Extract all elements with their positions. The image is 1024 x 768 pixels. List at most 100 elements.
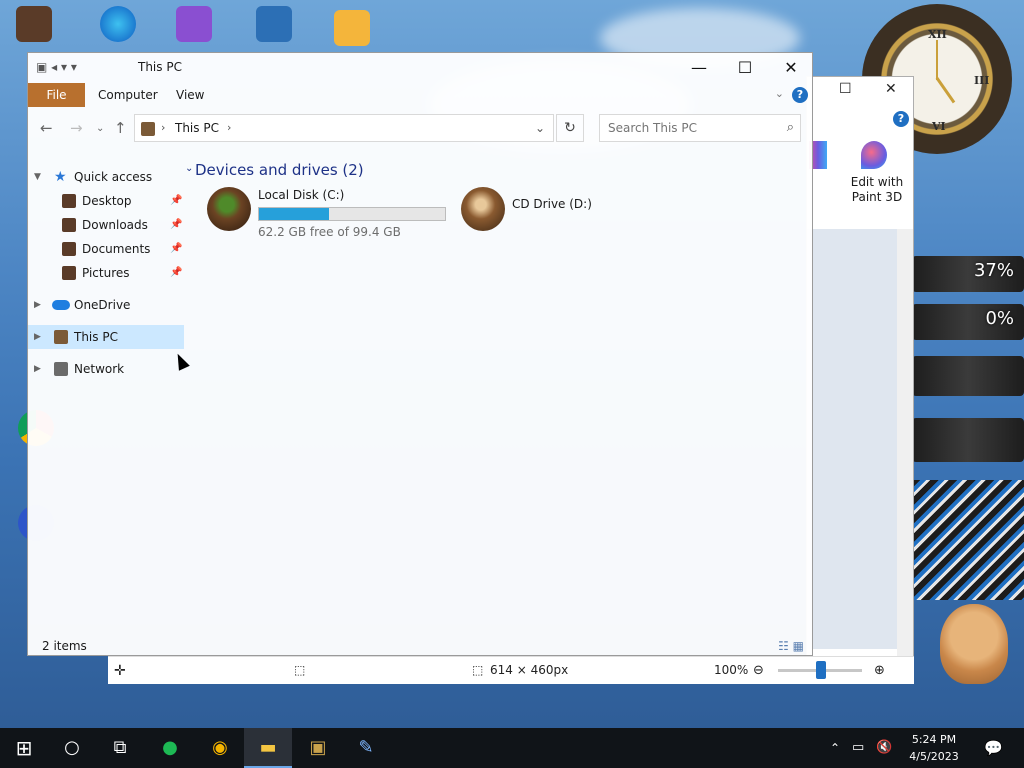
folder-icon (62, 266, 76, 280)
minimize-button[interactable]: — (676, 53, 722, 83)
title-bar[interactable]: ▣ ◂ ▾ ▾ This PC — ☐ ✕ (28, 53, 812, 83)
nav-item-downloads[interactable]: Downloads 📌 (28, 213, 184, 237)
up-button[interactable]: ↑ (114, 119, 127, 137)
notifications-icon[interactable]: 💬 (984, 728, 1003, 768)
cd-drive-icon (461, 187, 505, 231)
clock-numeral: VI (932, 120, 946, 133)
nav-item-onedrive[interactable]: ▶ OneDrive (28, 293, 184, 317)
show-hidden-icons[interactable]: ⌃ (830, 728, 840, 768)
zoom-in-button[interactable]: ⊕ (874, 663, 885, 678)
forward-button[interactable]: → (70, 119, 83, 137)
nav-item-desktop[interactable]: Desktop 📌 (28, 189, 184, 213)
recent-locations-icon[interactable]: ⌄ (96, 123, 104, 134)
paint-window[interactable]: ☐ ✕ ? Edit with Paint 3D (806, 76, 914, 684)
nav-item-label: Pictures (82, 266, 130, 280)
nav-item-quick-access[interactable]: ▼ ★ Quick access (28, 165, 184, 189)
tab-file[interactable]: File (28, 83, 85, 107)
tab-computer[interactable]: Computer (98, 88, 158, 102)
taskbar-date: 4/5/2023 (909, 750, 959, 763)
start-button[interactable]: ⊞ (0, 728, 48, 768)
file-explorer-taskbar-icon[interactable]: ▬ (244, 728, 292, 768)
close-button[interactable]: ✕ (768, 53, 814, 83)
desktop-icon-hxd[interactable] (324, 10, 380, 48)
address-dropdown-icon[interactable]: ⌄ (535, 121, 545, 135)
canvas-size-icon: ⬚ (472, 663, 484, 677)
breadcrumb-chevron-icon[interactable]: › (161, 121, 165, 134)
refresh-button[interactable]: ↻ (556, 114, 584, 142)
clock-numeral: III (974, 74, 990, 87)
drive-name: Local Disk (C:) (258, 188, 345, 202)
virtualbox-icon (256, 6, 292, 42)
collapsed-chevron-icon[interactable]: ▶ (34, 293, 41, 317)
paint-3d-icon (861, 141, 887, 169)
drive-name: CD Drive (D:) (512, 197, 592, 211)
search-circle-icon[interactable]: ○ (48, 728, 96, 768)
nav-item-label: Desktop (82, 194, 132, 208)
file-explorer-window[interactable]: ▣ ◂ ▾ ▾ This PC — ☐ ✕ File Computer View… (27, 52, 813, 656)
nav-item-documents[interactable]: Documents 📌 (28, 237, 184, 261)
nav-item-pictures[interactable]: Pictures 📌 (28, 261, 184, 285)
breadcrumb-location[interactable]: This PC (175, 121, 219, 135)
help-icon[interactable]: ? (792, 87, 808, 103)
cursor-position-icon: ✛ (114, 663, 126, 679)
zoom-slider-thumb[interactable] (816, 661, 826, 679)
collapsed-chevron-icon[interactable]: ▶ (34, 325, 41, 349)
search-input[interactable] (608, 121, 778, 135)
hamster-decoration (940, 604, 1008, 684)
group-collapse-icon[interactable]: ⌄ (185, 163, 193, 174)
ribbon-tabs: File Computer View ⌄ ? (28, 83, 812, 107)
desktop-icon[interactable] (6, 6, 62, 44)
taskbar-clock[interactable]: 5:24 PM 4/5/2023 (898, 731, 970, 765)
gauge-decoration (912, 356, 1024, 396)
app-taskbar-icon[interactable]: ▣ (294, 728, 342, 768)
network-tray-icon[interactable]: ▭ (852, 728, 864, 768)
back-button[interactable]: ← (40, 119, 53, 137)
desktop-icon-edge[interactable] (90, 6, 146, 44)
nav-item-this-pc[interactable]: ▶ This PC (28, 325, 184, 349)
tab-view[interactable]: View (176, 88, 204, 102)
drive-free-space: 62.2 GB free of 99.4 GB (258, 225, 401, 239)
search-icon: ⌕ (786, 120, 794, 135)
expand-ribbon-icon[interactable]: ⌄ (775, 87, 784, 100)
edit-with-paint3d-button[interactable]: Edit with Paint 3D (843, 175, 911, 205)
window-title: This PC (138, 60, 182, 74)
desktop-wallpaper-pier (912, 480, 1024, 600)
spotify-icon[interactable]: ● (146, 728, 194, 768)
breadcrumb-chevron-icon[interactable]: › (227, 121, 231, 134)
nav-item-network[interactable]: ▶ Network (28, 357, 184, 381)
memory-gauge: 0% (912, 304, 1024, 340)
paint-canvas-area[interactable] (807, 229, 899, 649)
address-bar[interactable]: › This PC › ⌄ (134, 114, 554, 142)
pin-icon: 📌 (170, 219, 183, 230)
volume-muted-icon[interactable]: 🔇 (876, 728, 892, 768)
status-bar: 2 items ☷ ▦ (28, 635, 812, 657)
canvas-dimensions: 614 × 460px (490, 663, 569, 677)
zoom-out-button[interactable]: ⊖ (753, 663, 764, 678)
quick-access-toolbar[interactable]: ▣ ◂ ▾ ▾ (36, 60, 77, 74)
help-icon[interactable]: ? (893, 111, 909, 127)
taskbar: ⊞ ○ ⧉ ● ◉ ▬ ▣ ✎ ⌃ ▭ 🔇 5:24 PM 4/5/2023 💬 (0, 728, 1024, 768)
maximize-button[interactable]: ☐ (722, 53, 768, 83)
chrome-taskbar-icon[interactable]: ◉ (196, 728, 244, 768)
expanded-chevron-icon[interactable]: ▼ (34, 165, 41, 189)
paint-taskbar-icon[interactable]: ✎ (342, 728, 390, 768)
selection-size-icon: ⬚ (294, 663, 306, 677)
item-count: 2 items (42, 639, 87, 653)
vertical-scrollbar[interactable] (897, 229, 913, 661)
close-icon[interactable]: ✕ (885, 81, 897, 97)
maximize-icon[interactable]: ☐ (839, 81, 852, 97)
this-pc-icon (141, 122, 155, 136)
folder-icon (62, 218, 76, 232)
nav-item-label: OneDrive (74, 298, 131, 312)
collapsed-chevron-icon[interactable]: ▶ (34, 357, 41, 381)
nav-item-label: Documents (82, 242, 151, 256)
task-view-icon[interactable]: ⧉ (96, 728, 144, 768)
search-box[interactable]: ⌕ (599, 114, 801, 142)
desktop-icon-virtualbox[interactable] (246, 6, 302, 44)
group-heading[interactable]: Devices and drives (2) (195, 161, 364, 179)
view-toggle-icons[interactable]: ☷ ▦ (778, 639, 804, 653)
taskbar-time: 5:24 PM (911, 733, 957, 746)
desktop-icon-visual-studio[interactable] (166, 6, 222, 44)
nav-item-label: Network (74, 362, 125, 376)
paint-status-bar: ✛ ⬚ ⬚ 614 × 460px 100% ⊖ ⊕ (108, 656, 914, 684)
